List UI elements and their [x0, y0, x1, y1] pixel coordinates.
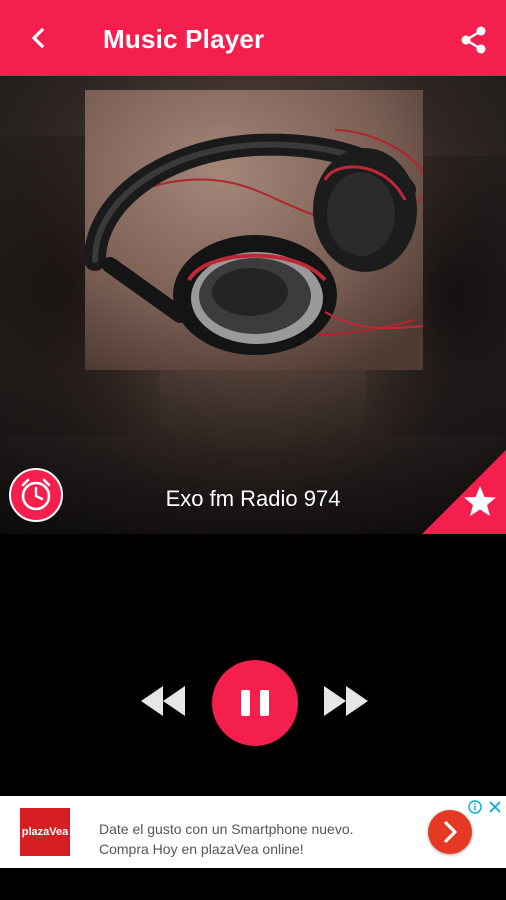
playback-controls	[0, 534, 506, 796]
fast-forward-icon	[324, 686, 368, 716]
arrow-back-icon	[31, 27, 45, 49]
ad-banner[interactable]: plazaVea Date el gusto con un Smartphone…	[0, 796, 506, 868]
advertiser-logo: plazaVea	[20, 808, 70, 856]
share-icon	[461, 26, 486, 54]
app-header: Music Player	[0, 0, 506, 76]
pause-icon	[241, 690, 250, 716]
fast-forward-button[interactable]	[322, 684, 370, 718]
ad-text-line-1: Date el gusto con un Smartphone nuevo.	[99, 821, 354, 837]
chevron-right-icon	[444, 821, 457, 843]
headphones-artwork	[85, 90, 423, 370]
ad-close-button[interactable]	[488, 800, 502, 814]
ad-text-line-2: Compra Hoy en plazaVea online!	[99, 841, 304, 857]
page-title: Music Player	[103, 24, 265, 54]
navigation-bar-area	[0, 868, 506, 900]
back-button[interactable]	[22, 22, 54, 54]
close-icon	[489, 801, 501, 813]
favorite-corner-shape	[422, 450, 506, 534]
ad-info-button[interactable]	[468, 800, 482, 814]
pause-button[interactable]	[212, 660, 298, 746]
rewind-button[interactable]	[139, 684, 187, 718]
now-playing-panel: Exo fm Radio 974	[0, 76, 506, 534]
album-artwork	[85, 90, 423, 370]
pause-icon	[260, 690, 269, 716]
share-button[interactable]	[458, 24, 490, 56]
favorite-button[interactable]	[422, 450, 506, 534]
rewind-icon	[141, 686, 185, 716]
info-icon	[468, 800, 482, 814]
ad-open-button[interactable]	[428, 810, 472, 854]
